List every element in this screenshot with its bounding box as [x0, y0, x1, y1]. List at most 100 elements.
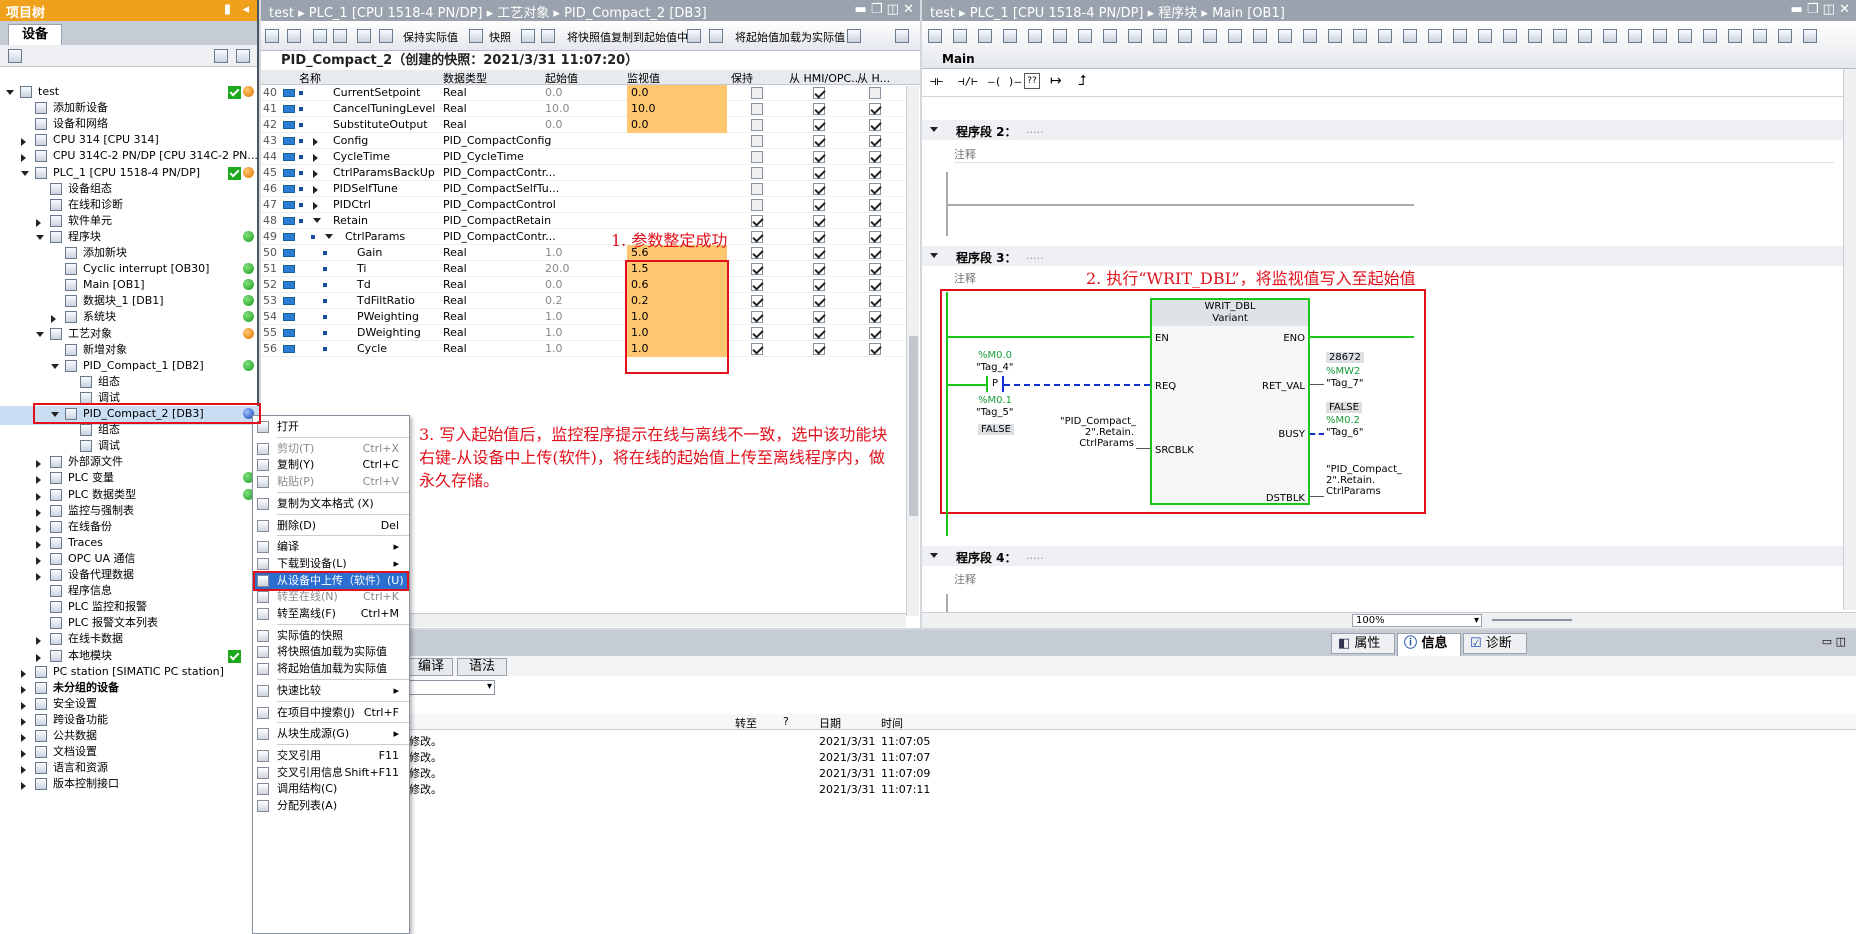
- ladder-tool-icon[interactable]: [1603, 29, 1617, 43]
- menu-item[interactable]: 交叉引用 F11: [253, 747, 409, 765]
- retain-checkbox[interactable]: [751, 327, 763, 339]
- ladder-tool-icon[interactable]: [1703, 29, 1717, 43]
- hmi-access-checkbox[interactable]: [813, 167, 825, 179]
- hmi-visible-checkbox[interactable]: [869, 263, 881, 275]
- network-4-title-placeholder[interactable]: .....: [1026, 549, 1043, 562]
- expand-arrow-icon[interactable]: [313, 170, 318, 178]
- snapshot-button[interactable]: 快照: [489, 29, 511, 45]
- expand-arrow-icon[interactable]: [36, 476, 41, 485]
- tab-compile[interactable]: 编译: [409, 658, 453, 676]
- hmi-access-checkbox[interactable]: [813, 311, 825, 323]
- expand-arrow-icon[interactable]: [21, 766, 26, 775]
- db-table-row[interactable]: 50 Gain Real 1.0 5.6: [261, 245, 906, 261]
- expand-arrow-icon[interactable]: [36, 218, 41, 227]
- retain-checkbox[interactable]: [751, 183, 763, 195]
- menu-item[interactable]: 复制为文本格式 (X): [253, 495, 409, 513]
- expand-arrow-icon[interactable]: [36, 524, 41, 533]
- collapse-arrow-icon[interactable]: [313, 218, 321, 223]
- hmi-visible-checkbox[interactable]: [869, 215, 881, 227]
- p-contact[interactable]: P: [986, 376, 1005, 392]
- expand-arrow-icon[interactable]: [313, 202, 318, 210]
- db-col-header[interactable]: 数据类型: [443, 70, 487, 86]
- hmi-visible-checkbox[interactable]: [869, 183, 881, 195]
- expand-arrow-icon[interactable]: [21, 701, 26, 710]
- ladder-tool-icon[interactable]: [1553, 29, 1567, 43]
- hmi-visible-checkbox[interactable]: [869, 327, 881, 339]
- expand-arrow-icon[interactable]: [36, 556, 41, 565]
- db-table-row[interactable]: 54 PWeighting Real 1.0 1.0: [261, 309, 906, 325]
- expand-arrow-icon[interactable]: [21, 782, 26, 791]
- hmi-access-checkbox[interactable]: [813, 215, 825, 227]
- ladder-scrollbar[interactable]: [1843, 69, 1856, 610]
- hmi-visible-checkbox[interactable]: [869, 151, 881, 163]
- collapse-arrow-icon[interactable]: [36, 331, 44, 337]
- retain-checkbox[interactable]: [751, 247, 763, 259]
- network-3-comment[interactable]: 注释: [954, 270, 976, 286]
- ladder-tool-icon[interactable]: [1628, 29, 1642, 43]
- expand-all-icon[interactable]: [313, 29, 327, 43]
- menu-item[interactable]: 编译 ▸: [253, 538, 409, 556]
- coil-icon[interactable]: –( )–: [988, 75, 1021, 88]
- ladder-tool-icon[interactable]: [1228, 29, 1242, 43]
- ladder-tool-icon[interactable]: [1303, 29, 1317, 43]
- hmi-visible-checkbox[interactable]: [869, 295, 881, 307]
- insert-row-icon[interactable]: [265, 29, 279, 43]
- collapse-network-2-icon[interactable]: [930, 127, 938, 132]
- expand-arrow-icon[interactable]: [21, 669, 26, 678]
- retain-checkbox[interactable]: [751, 263, 763, 275]
- db-table-row[interactable]: 44 CycleTime PID_CycleTime: [261, 149, 906, 165]
- snapshot-icon[interactable]: [469, 29, 483, 43]
- pin-icon[interactable]: ▮: [224, 2, 231, 17]
- hmi-visible-checkbox[interactable]: [869, 247, 881, 259]
- hmi-access-checkbox[interactable]: [813, 151, 825, 163]
- hmi-visible-checkbox[interactable]: [869, 279, 881, 291]
- db-scrollbar[interactable]: [906, 86, 919, 616]
- retain-checkbox[interactable]: [751, 167, 763, 179]
- menu-item[interactable]: 复制(Y) Ctrl+C: [253, 456, 409, 474]
- menu-item[interactable]: 交叉引用信息 Shift+F11: [253, 764, 409, 782]
- db-table-row[interactable]: 43 Config PID_CompactConfig: [261, 133, 906, 149]
- retain-checkbox[interactable]: [751, 231, 763, 243]
- expand-arrow-icon[interactable]: [21, 138, 26, 147]
- menu-item[interactable]: 转至在线(N) Ctrl+K: [253, 588, 409, 606]
- load-start-as-actual-button[interactable]: 将起始值加载为实际值: [735, 29, 845, 45]
- expand-arrow-icon[interactable]: [36, 492, 41, 501]
- ladder-tool-icon[interactable]: [1253, 29, 1267, 43]
- network-4-comment[interactable]: 注释: [954, 571, 976, 587]
- hmi-visible-checkbox[interactable]: [869, 343, 881, 355]
- hmi-visible-checkbox[interactable]: [869, 119, 881, 131]
- hmi-visible-checkbox[interactable]: [869, 311, 881, 323]
- menu-item[interactable]: 转至离线(F) Ctrl+M: [253, 605, 409, 623]
- hmi-visible-checkbox[interactable]: [869, 103, 881, 115]
- expand-arrow-icon[interactable]: [36, 540, 41, 549]
- ladder-tool-icon[interactable]: [978, 29, 992, 43]
- retain-checkbox[interactable]: [751, 199, 763, 211]
- collapse-icon[interactable]: ◂: [242, 2, 249, 17]
- db-table-row[interactable]: 52 Td Real 0.0 0.6: [261, 277, 906, 293]
- db-table-row[interactable]: 42 SubstituteOutput Real 0.0 0.0: [261, 117, 906, 133]
- ladder-tool-icon[interactable]: [1203, 29, 1217, 43]
- retain-checkbox[interactable]: [751, 311, 763, 323]
- options-icon[interactable]: [895, 29, 909, 43]
- ladder-tool-icon[interactable]: [1728, 29, 1742, 43]
- menu-item[interactable]: 将快照值加载为实际值: [253, 643, 409, 661]
- db-col-header[interactable]: 保持: [731, 70, 753, 86]
- retain-checkbox[interactable]: [751, 103, 763, 115]
- hmi-access-checkbox[interactable]: [813, 183, 825, 195]
- nc-contact-icon[interactable]: ⊣/⊢: [958, 75, 978, 88]
- ladder-tool-icon[interactable]: [1778, 29, 1792, 43]
- hmi-visible-checkbox[interactable]: [869, 167, 881, 179]
- menu-item[interactable]: 从块生成源(G) ▸: [253, 725, 409, 743]
- retain-checkbox[interactable]: [751, 151, 763, 163]
- new-folder-icon[interactable]: [8, 49, 22, 63]
- load-start-icon[interactable]: [709, 29, 723, 43]
- db-table-row[interactable]: 53 TdFiltRatio Real 0.2 0.2: [261, 293, 906, 309]
- expand-arrow-icon[interactable]: [36, 637, 41, 646]
- keep-actual-button[interactable]: 保持实际值: [403, 29, 458, 45]
- window-controls[interactable]: ▬ ❐ ◫ ✕: [854, 2, 914, 17]
- message-row[interactable]: 修改。 2021/3/31 11:07:11: [409, 780, 1856, 799]
- ladder-tool-icon[interactable]: [1753, 29, 1767, 43]
- glasses-icon[interactable]: [379, 29, 393, 43]
- network-3-header[interactable]: 程序段 3： .....: [922, 246, 1856, 266]
- db-col-header[interactable]: 从 HMI/OPC..: [789, 70, 858, 86]
